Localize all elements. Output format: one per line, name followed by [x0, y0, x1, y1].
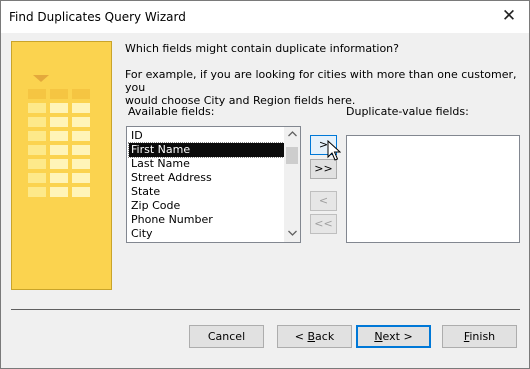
- grid-cell: [49, 158, 69, 170]
- next-button-rest: ext >: [382, 330, 413, 343]
- available-fields-list[interactable]: ID First Name Last Name Street Address S…: [126, 126, 301, 243]
- grid-cell: [27, 116, 47, 128]
- list-item[interactable]: State: [129, 185, 284, 199]
- wizard-window: Find Duplicates Query Wizard ✕ Which fie…: [0, 0, 530, 369]
- back-button[interactable]: < Back: [277, 325, 352, 348]
- grid-cell: [49, 144, 69, 156]
- wizard-illustration: [11, 41, 112, 290]
- back-button-key: B: [307, 330, 316, 343]
- example-line-1: For example, if you are looking for citi…: [125, 68, 517, 94]
- list-item[interactable]: City: [129, 227, 284, 241]
- list-item-selected[interactable]: First Name: [128, 142, 285, 158]
- window-title: Find Duplicates Query Wizard: [9, 10, 186, 24]
- add-all-fields-button[interactable]: >>: [310, 159, 337, 179]
- grid-cell: [71, 116, 91, 128]
- grid-cell: [27, 88, 47, 100]
- close-icon[interactable]: ✕: [501, 7, 517, 25]
- grid-cell: [71, 88, 91, 100]
- grid-cell: [71, 186, 91, 198]
- list-item[interactable]: Zip Code: [129, 199, 284, 213]
- back-button-rest: ack: [315, 330, 335, 343]
- grid-cell: [49, 130, 69, 142]
- scrollbar-thumb[interactable]: [286, 147, 298, 164]
- vertical-scrollbar[interactable]: [284, 127, 300, 242]
- grid-cell: [71, 130, 91, 142]
- grid-cell: [49, 102, 69, 114]
- cancel-button[interactable]: Cancel: [189, 325, 264, 348]
- grid-cell: [49, 116, 69, 128]
- grid-cell: [71, 172, 91, 184]
- grid-cell: [27, 186, 47, 198]
- scroll-up-arrow-icon[interactable]: [284, 127, 300, 143]
- finish-button[interactable]: Finish: [442, 325, 517, 348]
- remove-field-button[interactable]: <: [310, 191, 337, 211]
- grid-cell: [71, 144, 91, 156]
- mouse-pointer-icon: [327, 140, 341, 161]
- separator-line: [11, 309, 520, 310]
- grid-cell: [27, 144, 47, 156]
- grid-cell: [71, 102, 91, 114]
- list-item[interactable]: ID: [129, 129, 284, 143]
- grid-cell: [49, 186, 69, 198]
- list-item[interactable]: Phone Number: [129, 213, 284, 227]
- list-item[interactable]: Street Address: [129, 171, 284, 185]
- scroll-down-arrow-icon[interactable]: [284, 226, 300, 242]
- back-button-prefix: <: [294, 330, 308, 343]
- grid-cell: [49, 172, 69, 184]
- finish-button-rest: inish: [469, 330, 496, 343]
- grid-cell: [27, 172, 47, 184]
- grid-cell: [27, 102, 47, 114]
- grid-cell: [71, 158, 91, 170]
- next-button[interactable]: Next >: [356, 325, 431, 348]
- prompt-text: Which fields might contain duplicate inf…: [125, 42, 399, 55]
- duplicate-value-fields-list[interactable]: [346, 135, 520, 243]
- list-item[interactable]: Last Name: [129, 157, 284, 171]
- example-text: For example, if you are looking for citi…: [125, 68, 520, 107]
- next-button-key: N: [374, 330, 383, 343]
- grid-cell: [49, 88, 69, 100]
- title-bar[interactable]: Find Duplicates Query Wizard ✕: [1, 1, 529, 33]
- down-arrow-icon: [33, 75, 49, 82]
- grid-cell: [27, 158, 47, 170]
- grid-cell: [27, 130, 47, 142]
- available-fields-label: Available fields:: [128, 105, 215, 118]
- duplicate-fields-label: Duplicate-value fields:: [346, 105, 469, 118]
- remove-all-fields-button[interactable]: <<: [310, 214, 337, 234]
